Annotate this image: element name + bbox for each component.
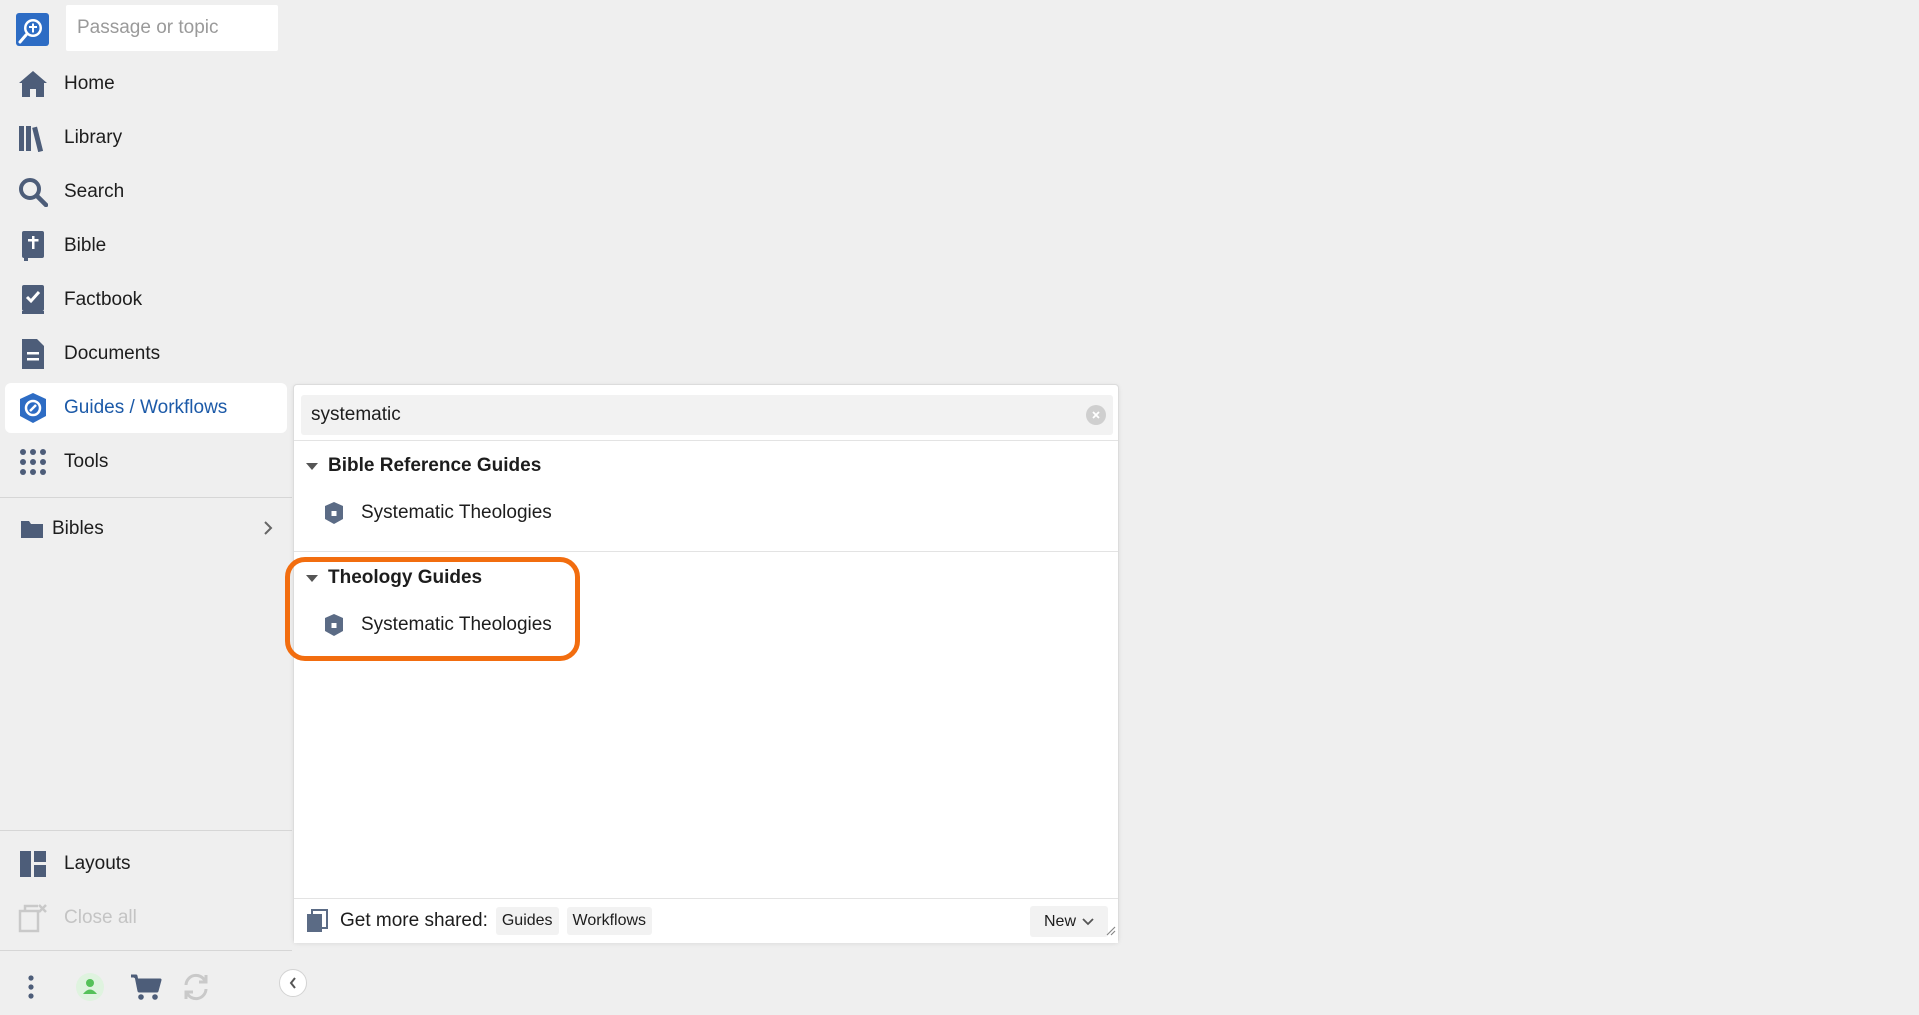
- group-title: Theology Guides: [328, 567, 483, 588]
- shared-documents-icon: [306, 909, 328, 933]
- nav-item-tools[interactable]: Tools: [5, 437, 287, 487]
- nav-item-factbook[interactable]: Factbook: [5, 275, 287, 325]
- guides-filter-input[interactable]: [301, 395, 1113, 435]
- nav-label-close-all: Close all: [64, 907, 137, 928]
- nav-label-layouts: Layouts: [64, 853, 131, 874]
- documents-icon: [16, 337, 50, 371]
- sidebar-divider-footer: [0, 950, 292, 951]
- resize-grip-icon[interactable]: [1106, 923, 1116, 941]
- user-account-icon[interactable]: [72, 969, 108, 1005]
- nav-item-bible[interactable]: Bible: [5, 221, 287, 271]
- guide-item-label: Systematic Theologies: [361, 614, 552, 635]
- sidebar: Home Library Search Bible Factbook: [0, 0, 292, 1015]
- guides-icon: [16, 391, 50, 425]
- guide-item-systematic-theologies[interactable]: Systematic Theologies: [324, 608, 552, 642]
- nav-label-home: Home: [64, 73, 115, 94]
- chevron-down-icon: [1082, 917, 1094, 926]
- caret-down-icon: [306, 574, 318, 582]
- home-icon: [16, 67, 50, 101]
- nav-item-guides-workflows[interactable]: Guides / Workflows: [5, 383, 287, 433]
- new-dropdown-button[interactable]: New: [1029, 906, 1108, 937]
- sidebar-bottom-bar: [0, 955, 292, 1015]
- guide-shield-icon: [324, 501, 344, 525]
- guide-item-label: Systematic Theologies: [361, 502, 552, 523]
- nav-item-layouts[interactable]: Layouts: [5, 839, 287, 889]
- factbook-icon: [16, 283, 50, 317]
- filter-divider: [294, 440, 1118, 441]
- nav-label-bible: Bible: [64, 235, 107, 256]
- folder-label-bibles: Bibles: [52, 518, 104, 539]
- sidebar-divider-bottom: [0, 830, 292, 831]
- panel-footer: Get more shared: Guides Workflows New: [294, 899, 1118, 943]
- clear-filter-button[interactable]: [1086, 405, 1106, 425]
- chevron-right-icon: [262, 519, 274, 542]
- group-header-bible-reference-guides[interactable]: Bible Reference Guides: [302, 451, 541, 481]
- close-all-icon: [16, 901, 50, 935]
- chevron-left-icon: [288, 976, 298, 990]
- group-header-theology-guides[interactable]: Theology Guides: [302, 563, 482, 593]
- nav-item-documents[interactable]: Documents: [5, 329, 287, 379]
- nav-label-tools: Tools: [64, 451, 109, 472]
- nav-label-documents: Documents: [64, 343, 161, 364]
- nav-label-search: Search: [64, 181, 125, 202]
- sync-icon[interactable]: [178, 969, 214, 1005]
- nav-item-close-all[interactable]: Close all: [5, 893, 287, 943]
- nav-label-factbook: Factbook: [64, 289, 143, 310]
- collapse-sidebar-button[interactable]: [279, 969, 307, 997]
- new-button-label: New: [1043, 912, 1076, 930]
- layouts-icon: [16, 847, 50, 881]
- more-menu-icon[interactable]: [13, 969, 49, 1005]
- cart-icon[interactable]: [128, 969, 164, 1005]
- logos-app-icon[interactable]: [16, 13, 49, 46]
- shared-workflows-link[interactable]: Workflows: [566, 907, 653, 935]
- library-icon: [16, 121, 50, 155]
- nav-label-guides-workflows: Guides / Workflows: [64, 397, 228, 418]
- get-more-shared-label: Get more shared:: [340, 910, 488, 931]
- sidebar-divider: [0, 497, 292, 498]
- guide-shield-icon: [324, 613, 344, 637]
- nav-item-search[interactable]: Search: [5, 167, 287, 217]
- passage-search-input[interactable]: [66, 5, 278, 51]
- tools-grid-icon: [16, 445, 50, 479]
- folder-icon: [20, 519, 44, 539]
- shared-guides-link[interactable]: Guides: [495, 907, 559, 935]
- guides-panel: Bible Reference Guides Systematic Theolo…: [293, 384, 1119, 943]
- nav-item-library[interactable]: Library: [5, 113, 287, 163]
- guides-filter-box: [301, 395, 1113, 435]
- nav-item-home[interactable]: Home: [5, 59, 287, 109]
- search-icon: [16, 175, 50, 209]
- close-icon: [1091, 410, 1101, 420]
- nav-label-library: Library: [64, 127, 123, 148]
- group-divider: [294, 551, 1118, 552]
- caret-down-icon: [306, 462, 318, 470]
- group-title: Bible Reference Guides: [328, 455, 542, 476]
- bible-icon: [16, 229, 50, 263]
- folder-item-bibles[interactable]: Bibles: [0, 510, 292, 548]
- guide-item-systematic-theologies[interactable]: Systematic Theologies: [324, 496, 552, 530]
